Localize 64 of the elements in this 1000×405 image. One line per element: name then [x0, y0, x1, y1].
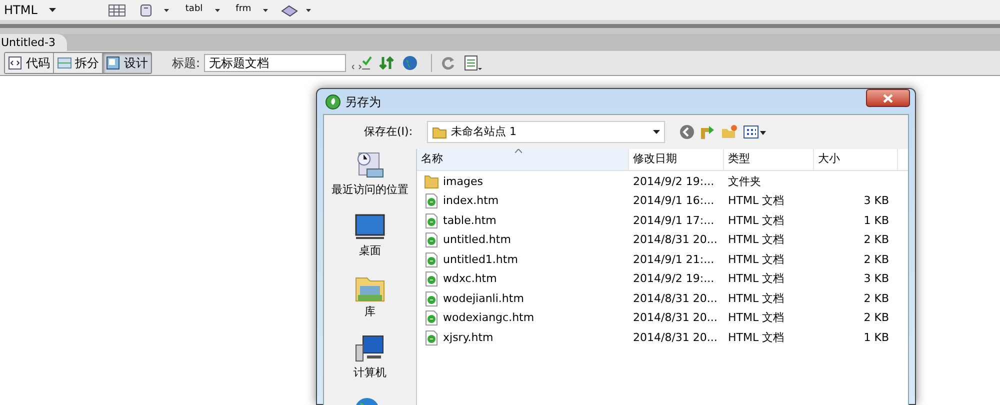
- file-row[interactable]: wodexiangc.htm 2014/8/31 20... HTML 文档 2 KB: [417, 308, 908, 328]
- size-cell-text: 2 KB: [864, 232, 889, 248]
- place-item[interactable]: 计算机: [325, 333, 415, 390]
- title-label: 标题:: [172, 55, 200, 72]
- size-cell-text: 1 KB: [864, 212, 889, 228]
- file-row[interactable]: untitled1.htm 2014/9/1 21:... HTML 文档 2 KB: [417, 250, 908, 270]
- file-name: xjsry.htm: [443, 330, 494, 346]
- type-cell: HTML 文档: [728, 194, 784, 207]
- file-name: wdxc.htm: [443, 271, 497, 287]
- date-cell: 2014/8/31 20...: [633, 330, 718, 344]
- place-item[interactable]: 桌面: [325, 211, 415, 268]
- file-name: untitled.htm: [443, 232, 511, 248]
- file-name: untitled1.htm: [443, 252, 518, 268]
- size-cell-text: 2 KB: [864, 290, 889, 306]
- date-cell: 2014/8/31 20...: [633, 292, 718, 304]
- date-cell: 2014/8/31 20...: [633, 233, 718, 246]
- insert-tool[interactable]: frm: [232, 3, 256, 17]
- column-header[interactable]: 名称: [417, 149, 629, 170]
- type-cell: 文件夹: [728, 174, 761, 188]
- file-row[interactable]: wodejianli.htm 2014/8/31 20... HTML 文档 2 KB: [417, 289, 908, 308]
- type-cell: HTML 文档: [728, 311, 784, 324]
- type-cell: HTML 文档: [728, 233, 784, 246]
- type-cell: HTML 文档: [728, 252, 784, 266]
- file-name: index.htm: [443, 193, 499, 209]
- file-name: wodejianli.htm: [443, 290, 524, 306]
- file-row[interactable]: xjsry.htm 2014/8/31 20... HTML 文档 1 KB: [417, 328, 908, 348]
- file-row[interactable]: table.htm 2014/9/1 17:... HTML 文档 1 KB: [417, 211, 908, 230]
- title-field[interactable]: 无标题文档: [204, 54, 346, 72]
- column-header[interactable]: 大小: [814, 149, 898, 170]
- date-cell: 2014/8/31 20...: [633, 311, 718, 324]
- size-cell-text: 1 KB: [864, 330, 889, 346]
- file-row[interactable]: untitled.htm 2014/8/31 20... HTML 文档 2 KB: [417, 230, 908, 250]
- date-cell: 2014/9/2 19:...: [633, 272, 714, 285]
- type-cell: HTML 文档: [728, 330, 784, 344]
- file-name: table.htm: [443, 212, 496, 228]
- date-cell: 2014/9/1 16:...: [633, 194, 714, 207]
- insert-tool[interactable]: tabl: [181, 3, 207, 17]
- file-name: images: [443, 174, 483, 190]
- size-cell-text: 3 KB: [864, 193, 889, 209]
- file-row[interactable]: wdxc.htm 2014/9/2 19:... HTML 文档 3 KB: [417, 270, 908, 289]
- size-cell-text: 3 KB: [864, 271, 889, 287]
- column-header[interactable]: 修改日期: [629, 149, 724, 170]
- place-item[interactable]: 库: [325, 272, 415, 329]
- type-cell: HTML 文档: [728, 272, 784, 285]
- save-in-label: 保存在(I):: [364, 124, 414, 140]
- file-name: wodexiangc.htm: [443, 310, 534, 326]
- file-row[interactable]: images 2014/9/2 19:... 文件夹: [417, 172, 908, 192]
- type-cell: HTML 文档: [728, 214, 784, 226]
- document-tab[interactable]: Untitled-3: [0, 34, 68, 51]
- dialog-title: 另存为: [345, 94, 382, 110]
- view-button[interactable]: 代码: [5, 53, 53, 73]
- type-cell: HTML 文档: [728, 292, 784, 304]
- size-cell-text: 2 KB: [864, 252, 889, 268]
- view-button[interactable]: 设计: [102, 53, 151, 73]
- view-button[interactable]: 拆分: [53, 53, 102, 73]
- date-cell: 2014/9/1 21:...: [633, 252, 714, 266]
- date-cell: 2014/9/2 19:...: [633, 174, 714, 188]
- place-item[interactable]: 最近访问的位置: [325, 150, 415, 207]
- date-cell: 2014/9/1 17:...: [633, 214, 714, 226]
- category-dropdown[interactable]: HTML: [4, 1, 56, 19]
- location-dropdown[interactable]: 未命名站点 1: [427, 121, 665, 143]
- size-cell-text: 2 KB: [864, 310, 889, 326]
- file-row[interactable]: index.htm 2014/9/1 16:... HTML 文档 3 KB: [417, 192, 908, 211]
- column-header[interactable]: 类型: [724, 149, 814, 170]
